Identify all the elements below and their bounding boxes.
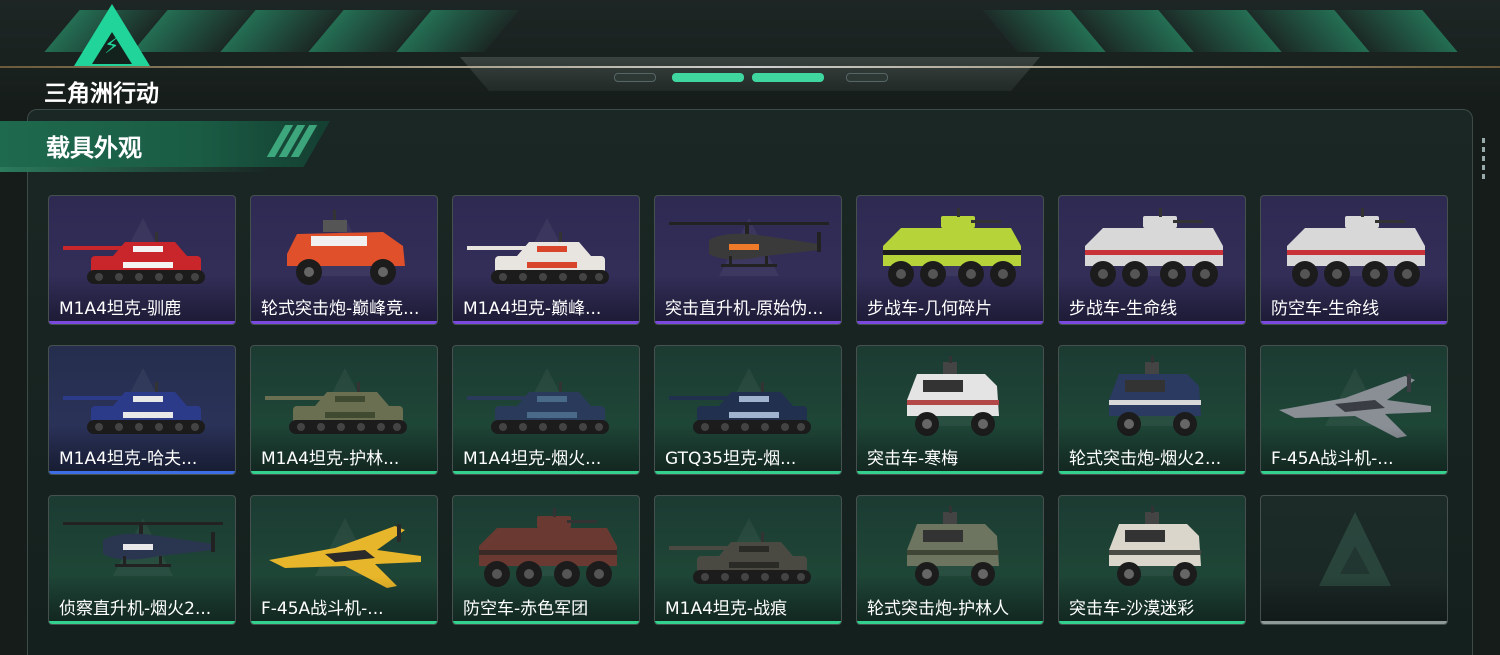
vehicle-skin-card[interactable]: M1A4坦克-烟火... (452, 345, 640, 475)
page-indicator-pill-active (672, 73, 744, 82)
vehicle-skin-card[interactable]: 轮式突击炮-护林人 (856, 495, 1044, 625)
rarity-bar (49, 621, 235, 624)
vehicle-skin-card[interactable]: 防空车-生命线 (1260, 195, 1448, 325)
rarity-bar (1059, 471, 1245, 474)
vehicle-skin-name: 轮式突击炮-烟火2... (1069, 449, 1222, 469)
vehicle-skin-name: 轮式突击炮-巅峰竞... (261, 299, 420, 319)
vehicle-skin-card[interactable]: GTQ35坦克-烟... (654, 345, 842, 475)
vehicle-skin-card[interactable]: M1A4坦克-巅峰... (452, 195, 640, 325)
vehicle-skin-card[interactable]: 轮式突击炮-巅峰竞... (250, 195, 438, 325)
vehicle-skin-name: M1A4坦克-护林... (261, 449, 400, 469)
rarity-bar (1059, 621, 1245, 624)
header-divider (0, 66, 1500, 68)
top-header: ⚡ 三角洲行动 (0, 0, 1500, 107)
rarity-bar (1261, 621, 1447, 624)
rarity-bar (857, 621, 1043, 624)
vehicle-skin-name: M1A4坦克-驯鹿 (59, 299, 182, 319)
rarity-bar (453, 621, 639, 624)
vehicle-skin-card[interactable]: 步战车-几何碎片 (856, 195, 1044, 325)
page-indicator-pill (614, 73, 656, 82)
header-center-plate (460, 57, 1040, 91)
vehicle-skin-name: 侦察直升机-烟火2... (59, 599, 212, 619)
vehicle-skin-name: M1A4坦克-哈夫... (59, 449, 198, 469)
vehicle-skin-card[interactable]: M1A4坦克-驯鹿 (48, 195, 236, 325)
vehicle-skin-card[interactable]: M1A4坦克-哈夫... (48, 345, 236, 475)
vehicle-skin-name: 防空车-生命线 (1271, 299, 1380, 319)
vehicle-skin-name: 突击车-寒梅 (867, 449, 959, 469)
vehicle-skin-card[interactable]: 突击车-寒梅 (856, 345, 1044, 475)
vehicle-skin-name: F-45A战斗机-... (261, 599, 384, 619)
page-indicator-pill-active (752, 73, 824, 82)
vehicle-skin-name: 突击车-沙漠迷彩 (1069, 599, 1195, 619)
rarity-bar (49, 321, 235, 324)
lightning-icon: ⚡ (104, 34, 120, 59)
vehicle-skin-name: 突击直升机-原始伪... (665, 299, 824, 319)
rarity-bar (251, 321, 437, 324)
vehicle-skin-name: GTQ35坦克-烟... (665, 449, 797, 469)
vehicle-skin-card[interactable]: 轮式突击炮-烟火2... (1058, 345, 1246, 475)
rarity-bar (655, 471, 841, 474)
vehicle-skin-name: F-45A战斗机-... (1271, 449, 1394, 469)
vehicle-skin-name: 轮式突击炮-护林人 (867, 599, 1010, 619)
rarity-bar (655, 321, 841, 324)
vehicle-skin-card[interactable]: M1A4坦克-护林... (250, 345, 438, 475)
rarity-bar (251, 621, 437, 624)
vehicle-skin-name: M1A4坦克-烟火... (463, 449, 602, 469)
vehicle-skin-name: 步战车-生命线 (1069, 299, 1178, 319)
rarity-bar (655, 621, 841, 624)
rarity-bar (1261, 321, 1447, 324)
rarity-bar (453, 471, 639, 474)
rarity-bar (1059, 321, 1245, 324)
vehicle-skin-card[interactable]: 突击直升机-原始伪... (654, 195, 842, 325)
vehicle-skin-card[interactable]: 突击车-沙漠迷彩 (1058, 495, 1246, 625)
vehicle-skin-card[interactable]: 侦察直升机-烟火2... (48, 495, 236, 625)
empty-vehicle-slot[interactable] (1260, 495, 1448, 625)
rarity-bar (857, 321, 1043, 324)
game-logo: ⚡ 三角洲行动 (44, 4, 184, 107)
rarity-bar (857, 471, 1043, 474)
vehicle-skin-card[interactable]: 步战车-生命线 (1058, 195, 1246, 325)
scrollbar[interactable] (1482, 138, 1485, 183)
vehicle-skin-card[interactable]: M1A4坦克-战痕 (654, 495, 842, 625)
logo-text: 三角洲行动 (44, 81, 159, 107)
vehicle-skin-name: M1A4坦克-巅峰... (463, 299, 602, 319)
vehicle-skin-name: M1A4坦克-战痕 (665, 599, 788, 619)
vehicle-skin-card[interactable]: 防空车-赤色军团 (452, 495, 640, 625)
rarity-bar (453, 321, 639, 324)
vehicle-skin-name: 步战车-几何碎片 (867, 299, 993, 319)
rarity-bar (1261, 471, 1447, 474)
vehicle-skin-name: 防空车-赤色军团 (463, 599, 589, 619)
rarity-bar (251, 471, 437, 474)
vehicle-skin-card[interactable]: F-45A战斗机-... (1260, 345, 1448, 475)
rarity-bar (49, 471, 235, 474)
section-title-underline (0, 167, 270, 172)
page-indicator-pill (846, 73, 888, 82)
vehicle-skin-card[interactable]: F-45A战斗机-... (250, 495, 438, 625)
section-title: 载具外观 (46, 134, 142, 162)
